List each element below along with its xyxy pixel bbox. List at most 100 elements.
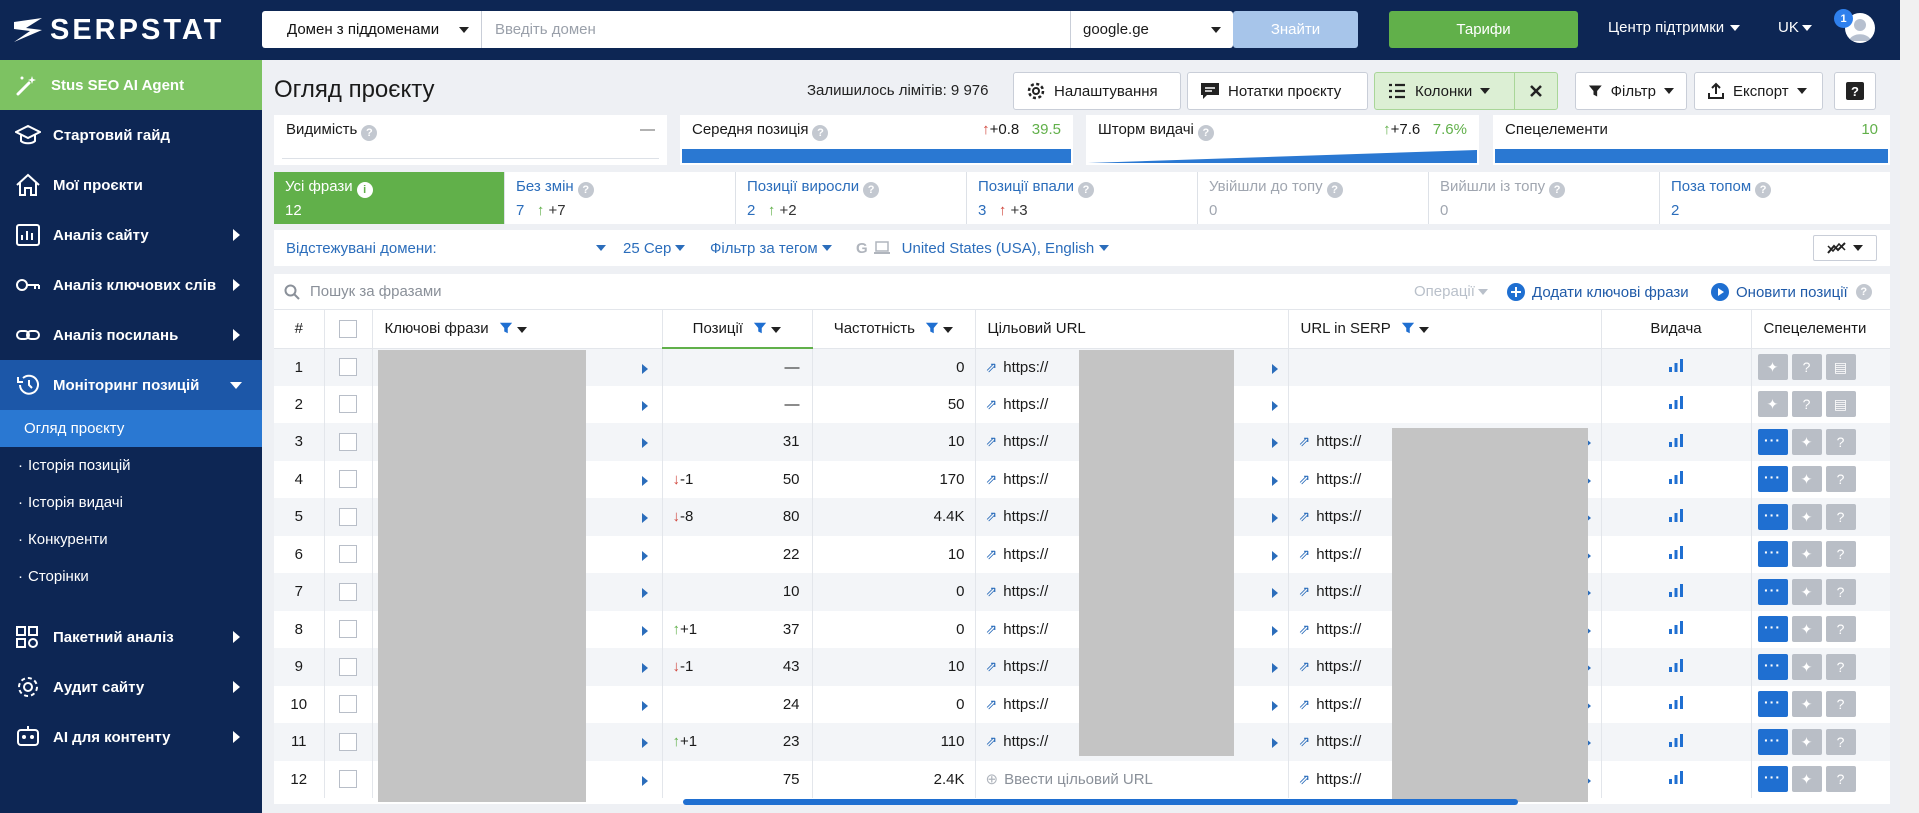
sidebar-item-my-projects[interactable]: Мої проєкти (0, 160, 262, 210)
row-checkbox[interactable] (339, 695, 357, 714)
more-special-elements-button[interactable]: ··· (1757, 728, 1788, 755)
bar-chart-icon[interactable] (1668, 658, 1684, 672)
external-link-icon[interactable]: ⇗ (1299, 621, 1311, 637)
sidebar-item-batch-analysis[interactable]: Пакетний аналіз (0, 612, 262, 662)
external-link-icon[interactable]: ⇗ (986, 621, 998, 637)
sidebar-subitem-project-overview[interactable]: Огляд проєкту (0, 410, 262, 447)
external-link-icon[interactable]: ⇗ (986, 583, 998, 599)
expand-arrow-icon[interactable] (641, 550, 648, 561)
find-button[interactable]: Знайти (1233, 11, 1358, 48)
serp-url[interactable]: https:// (1316, 583, 1361, 600)
bar-chart-icon[interactable] (1668, 770, 1684, 785)
help-icon[interactable]: ? (1825, 541, 1856, 568)
sparkles-icon[interactable]: ✦ (1791, 578, 1822, 605)
row-checkbox[interactable] (339, 507, 357, 526)
help-icon[interactable]: ? (1825, 766, 1856, 793)
sidebar-subitem-competitors[interactable]: · Конкуренти (0, 521, 262, 558)
export-button[interactable]: Експорт (1694, 72, 1823, 110)
tab-entered-top[interactable]: Увійшли до топу? 0 (1198, 172, 1429, 224)
tab-left-top[interactable]: Вийшли із топу? 0 (1429, 172, 1660, 224)
row-checkbox[interactable] (339, 545, 357, 564)
target-url[interactable]: https:// (1003, 621, 1048, 638)
info-icon[interactable]: ? (812, 125, 829, 141)
expand-arrow-icon[interactable] (1271, 625, 1278, 636)
sidebar-item-keyword-analysis[interactable]: Аналіз ключових слів (0, 260, 262, 310)
plus-circle-icon[interactable]: ⊕ (986, 771, 999, 788)
info-icon[interactable]: ? (1326, 182, 1343, 198)
chevron-down-icon[interactable] (943, 327, 954, 334)
expand-arrow-icon[interactable] (1271, 738, 1278, 748)
row-checkbox[interactable] (339, 732, 357, 751)
chevron-down-icon[interactable] (517, 327, 527, 334)
row-checkbox[interactable] (339, 582, 357, 601)
enter-target-url-link[interactable]: Ввести цільовий URL (1004, 771, 1153, 788)
reset-columns-button[interactable] (1514, 72, 1558, 110)
target-url[interactable]: https:// (1003, 508, 1048, 525)
more-special-elements-button[interactable]: ··· (1757, 466, 1788, 493)
sidebar-item-ai-agent[interactable]: Stus SEO AI Agent (0, 60, 262, 110)
sparkles-icon[interactable]: ✦ (1791, 766, 1822, 793)
sidebar-subitem-serp-history[interactable]: · Історія видачі (0, 484, 262, 521)
date-select[interactable]: 25 Сер (623, 240, 686, 257)
external-link-icon[interactable]: ⇗ (986, 471, 998, 487)
expand-arrow-icon[interactable] (641, 738, 648, 748)
sparkles-icon[interactable]: ✦ (1757, 354, 1788, 380)
sparkles-icon[interactable]: ✦ (1791, 541, 1822, 568)
external-link-icon[interactable]: ⇗ (1299, 696, 1311, 712)
info-icon[interactable]: ? (1078, 182, 1095, 198)
expand-arrow-icon[interactable] (641, 588, 648, 598)
tariffs-button[interactable]: Тарифи (1389, 11, 1578, 48)
external-link-icon[interactable]: ⇗ (986, 396, 998, 412)
sidebar-item-site-analysis[interactable]: Аналіз сайту (0, 210, 262, 260)
serp-url[interactable]: https:// (1316, 733, 1361, 750)
comment-icon[interactable]: ▤ (1825, 391, 1856, 418)
filter-icon[interactable] (499, 321, 513, 335)
add-keywords-button[interactable]: Додати ключові фрази (1506, 282, 1689, 302)
external-link-icon[interactable]: ⇗ (1299, 583, 1311, 599)
target-url[interactable]: https:// (1003, 696, 1048, 713)
sidebar-subitem-position-history[interactable]: · Історія позицій (0, 447, 262, 484)
external-link-icon[interactable]: ⇗ (1299, 546, 1311, 562)
comment-icon[interactable]: ▤ (1825, 354, 1856, 380)
bar-chart-icon[interactable] (1668, 620, 1684, 635)
domain-mode-select[interactable]: Домен з піддоменами (262, 11, 482, 48)
tab-outside-top[interactable]: Поза топом? 2 (1660, 172, 1890, 224)
sparkles-icon[interactable]: ✦ (1791, 728, 1822, 755)
external-link-icon[interactable]: ⇗ (986, 546, 998, 562)
operations-menu[interactable]: Операції (1414, 283, 1488, 300)
external-link-icon[interactable]: ⇗ (1299, 658, 1311, 674)
serp-url[interactable]: https:// (1316, 433, 1361, 450)
more-special-elements-button[interactable]: ··· (1757, 578, 1788, 605)
column-header-keywords[interactable]: Ключові фрази (372, 310, 663, 349)
help-icon[interactable]: ? (1825, 653, 1856, 680)
target-url[interactable]: https:// (1003, 733, 1048, 750)
table-horizontal-scrollbar[interactable] (683, 799, 1518, 805)
expand-arrow-icon[interactable] (1271, 588, 1278, 598)
external-link-icon[interactable]: ⇗ (1299, 433, 1311, 449)
help-icon[interactable]: ? (1791, 391, 1822, 418)
page-scrollbar[interactable] (1900, 0, 1919, 813)
bar-chart-icon[interactable] (1668, 358, 1684, 372)
bar-chart-icon[interactable] (1668, 583, 1684, 597)
filter-icon[interactable] (1401, 321, 1415, 335)
serp-url[interactable]: https:// (1316, 771, 1361, 788)
expand-arrow-icon[interactable] (1271, 550, 1278, 561)
more-special-elements-button[interactable]: ··· (1757, 691, 1788, 718)
columns-button[interactable]: Колонки (1374, 72, 1515, 110)
external-link-icon[interactable]: ⇗ (1299, 471, 1311, 487)
external-link-icon[interactable]: ⇗ (1299, 733, 1311, 749)
language-menu[interactable]: UK (1778, 19, 1812, 36)
domain-search-input[interactable] (482, 11, 1070, 48)
external-link-icon[interactable]: ⇗ (1299, 771, 1311, 787)
tag-filter-select[interactable]: Фільтр за тегом (710, 240, 832, 257)
expand-arrow-icon[interactable] (641, 513, 648, 523)
sidebar-item-position-monitoring[interactable]: Моніторинг позицій (0, 360, 262, 410)
sidebar-item-ai-content[interactable]: AI для контенту (0, 712, 262, 762)
info-icon[interactable]: ? (1549, 182, 1566, 198)
serp-url[interactable]: https:// (1316, 658, 1361, 675)
search-engine-select[interactable]: google.ge (1070, 11, 1233, 48)
row-checkbox[interactable] (339, 770, 357, 789)
external-link-icon[interactable]: ⇗ (986, 658, 998, 674)
row-checkbox[interactable] (339, 358, 357, 377)
expand-arrow-icon[interactable] (1271, 513, 1278, 523)
